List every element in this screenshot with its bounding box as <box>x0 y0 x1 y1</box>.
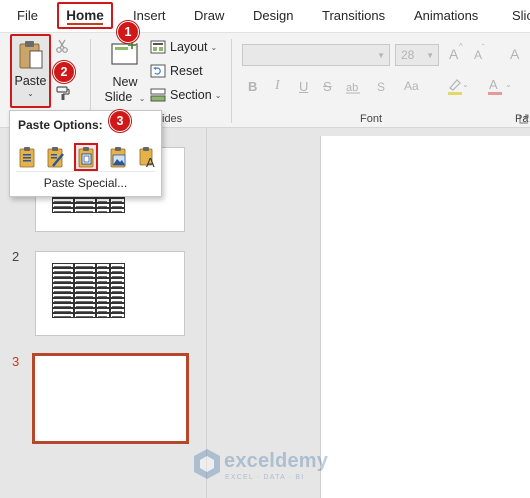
layout-icon <box>150 40 166 54</box>
new-slide-button[interactable]: New Slide ⌄ <box>103 37 147 107</box>
menu-bar: File Home Insert Draw Design Transitions… <box>0 0 530 32</box>
watermark-logo-icon <box>194 449 220 479</box>
table-preview-cell <box>52 208 74 213</box>
slide-thumbnail-2[interactable] <box>35 251 185 336</box>
paste-embed-button[interactable] <box>74 143 98 171</box>
layout-button[interactable]: Layout ⌄ <box>150 37 217 57</box>
layout-caret-icon: ⌄ <box>210 42 218 52</box>
font-size-value: 28 <box>401 48 415 62</box>
change-case-icon[interactable]: Aa <box>404 78 426 94</box>
table-preview-cell <box>110 313 125 318</box>
grow-font-caret-icon: ^ <box>459 42 463 51</box>
slide-number-2: 2 <box>12 249 20 264</box>
table-preview-cell <box>74 208 96 213</box>
svg-text:A: A <box>489 77 498 92</box>
font-color-caret-icon: ⌄ <box>505 80 512 89</box>
font-group-label: Font <box>360 113 383 125</box>
paste-keep-text-only-button[interactable]: A <box>135 143 159 171</box>
step-callout-2: 2 <box>53 61 75 83</box>
reset-button[interactable]: Reset <box>150 61 203 81</box>
svg-text:S: S <box>377 80 385 94</box>
tab-design[interactable]: Design <box>253 8 293 23</box>
new-slide-icon <box>111 41 138 65</box>
paste-embed-icon <box>78 147 94 168</box>
shrink-font-caret-icon: ˇ <box>482 43 485 52</box>
tab-home[interactable]: Home <box>57 2 113 29</box>
svg-text:ab: ab <box>346 82 358 94</box>
paste-special-item[interactable]: Paste Special... <box>10 176 161 190</box>
paste-keep-text-only-icon: A <box>139 147 155 168</box>
underline-button[interactable]: U <box>299 79 308 94</box>
watermark: exceldemy EXCEL · DATA · BI <box>192 448 342 488</box>
font-name-caret-icon: ▼ <box>377 51 385 60</box>
table-preview-cell <box>110 208 125 213</box>
step-callout-3: 3 <box>109 110 131 132</box>
paste-icon <box>19 41 43 69</box>
tab-insert[interactable]: Insert <box>133 8 166 23</box>
slides-group-label: ides <box>162 113 183 125</box>
grow-font-button[interactable]: A <box>449 46 458 62</box>
table-preview-cell <box>52 313 74 318</box>
tab-file[interactable]: File <box>17 8 38 23</box>
section-caret-icon: ⌄ <box>214 90 222 100</box>
slide-canvas[interactable] <box>320 136 530 498</box>
tab-draw[interactable]: Draw <box>194 8 224 23</box>
step-callout-1: 1 <box>117 21 139 43</box>
new-slide-label-line2: Slide <box>104 90 133 104</box>
paste-caret-icon[interactable]: ⌄ <box>12 89 49 98</box>
italic-button[interactable]: I <box>275 78 280 94</box>
font-size-caret-icon: ▼ <box>426 51 434 60</box>
section-label: Section <box>170 88 212 102</box>
table-preview-cell <box>96 208 110 213</box>
menu-separator <box>16 171 155 172</box>
reset-label: Reset <box>170 64 203 78</box>
text-effects-icon[interactable]: S <box>376 79 394 95</box>
paste-use-destination-theme-icon <box>19 147 35 168</box>
table-preview-cell <box>96 313 110 318</box>
font-size-box[interactable]: 28 ▼ <box>395 44 439 66</box>
watermark-name: exceldemy <box>224 450 329 472</box>
highlight-caret-icon: ⌄ <box>462 80 469 89</box>
new-slide-caret-icon[interactable]: ⌄ <box>139 94 146 103</box>
svg-text:Aa: Aa <box>404 79 419 93</box>
paste-keep-source-formatting-button[interactable] <box>43 143 67 171</box>
shrink-font-button[interactable]: A <box>474 48 482 62</box>
slide-table-preview <box>52 263 125 318</box>
ribbon-divider <box>231 39 232 123</box>
bold-button[interactable]: B <box>248 79 257 94</box>
tab-transitions[interactable]: Transitions <box>322 8 385 23</box>
section-icon <box>150 88 166 102</box>
font-color-icon[interactable]: A <box>487 77 503 95</box>
section-button[interactable]: Section ⌄ <box>150 85 221 105</box>
character-spacing-icon[interactable]: ab <box>346 80 366 94</box>
paste-use-destination-theme-button[interactable] <box>15 143 39 171</box>
reset-icon <box>150 64 166 78</box>
clear-formatting-button[interactable]: A <box>510 46 519 62</box>
paste-options-menu: Paste Options: A Paste Special... <box>9 110 162 197</box>
paste-keep-source-formatting-icon <box>47 147 64 168</box>
watermark-tagline: EXCEL · DATA · BI <box>225 474 305 481</box>
paste-label: Paste <box>14 74 47 88</box>
slide-thumbnail-3[interactable] <box>32 353 189 444</box>
table-preview-cell <box>74 313 96 318</box>
strikethrough-button[interactable]: S <box>323 79 332 94</box>
paste-picture-icon <box>110 147 126 168</box>
layout-label: Layout <box>170 40 208 54</box>
svg-text:A: A <box>146 155 155 168</box>
new-slide-label-line1: New <box>112 75 138 89</box>
tab-animations[interactable]: Animations <box>414 8 478 23</box>
paste-button[interactable]: Paste ⌄ <box>10 34 51 108</box>
paste-options-header: Paste Options: <box>18 118 103 132</box>
paste-picture-button[interactable] <box>106 143 130 171</box>
font-name-box[interactable]: ▼ <box>242 44 390 66</box>
slide-number-3: 3 <box>12 354 20 369</box>
cut-icon[interactable] <box>55 39 69 53</box>
paragraph-group-label: Pa <box>515 113 529 125</box>
format-painter-icon[interactable] <box>55 85 71 101</box>
tab-slideshow[interactable]: Slic <box>512 8 530 23</box>
